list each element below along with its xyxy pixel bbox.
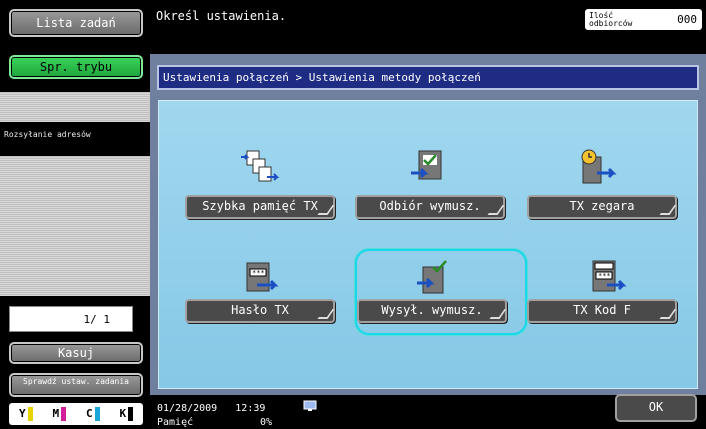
polling-rx-button[interactable]: Odbiór wymusz. — [355, 195, 505, 219]
ok-button[interactable]: OK — [615, 394, 697, 422]
date-time: 01/28/2009 12:39 — [157, 403, 266, 414]
sidebar-section-label: Rozsyłanie adresów — [2, 128, 146, 152]
header: Określ ustawienia. Ilość odbiorców 000 — [150, 0, 706, 54]
breadcrumb: Ustawienia połączeń > Ustawienia metody … — [157, 65, 699, 90]
toner-levels: Y M C K — [9, 403, 143, 425]
toner-magenta: M — [52, 407, 67, 421]
toner-black: K — [119, 407, 134, 421]
svg-text:***: *** — [598, 272, 611, 280]
page-counter: 1/ 1 — [9, 306, 133, 332]
status-bar: 01/28/2009 12:39 Pamięć 0% OK — [150, 394, 706, 429]
svg-text:***: *** — [252, 269, 265, 277]
delete-button[interactable]: Kasuj — [9, 342, 143, 364]
quick-memory-tx-button[interactable]: Szybka pamięć TX — [185, 195, 335, 219]
sidebar: Lista zadań Spr. trybu Rozsyłanie adresó… — [0, 0, 150, 429]
mode-check-button[interactable]: Spr. trybu — [9, 55, 143, 79]
prompt-text: Określ ustawienia. — [156, 9, 287, 23]
polling-tx-icon — [417, 260, 447, 294]
check-job-settings-button[interactable]: Sprawdź ustaw. zadania — [9, 373, 143, 397]
password-tx-button[interactable]: Hasło TX — [185, 299, 335, 323]
memory-value: 0% — [260, 417, 273, 428]
options-panel: Szybka pamięć TX Odbiór wymusz. TX zegar… — [158, 100, 698, 389]
timer-tx-icon — [581, 149, 617, 184]
toner-cyan: C — [86, 407, 100, 421]
toner-yellow: Y — [19, 407, 33, 421]
password-tx-icon: *** — [246, 262, 279, 292]
sidebar-filler — [0, 156, 150, 296]
main-panel: Ustawienia połączeń > Ustawienia metody … — [150, 54, 706, 395]
f-code-tx-icon: *** — [592, 260, 627, 292]
job-list-button[interactable]: Lista zadań — [9, 9, 143, 37]
recipients-count: 000 — [677, 13, 697, 26]
quick-memory-tx-icon — [241, 150, 279, 182]
network-icon — [303, 400, 317, 411]
polling-rx-icon — [411, 150, 442, 180]
sidebar-divider — [0, 92, 150, 122]
polling-tx-button[interactable]: Wysył. wymusz. — [357, 299, 507, 323]
recipients-label: Ilość odbiorców — [589, 10, 633, 28]
timer-tx-button[interactable]: TX zegara — [527, 195, 677, 219]
recipients-indicator: Ilość odbiorców 000 — [585, 9, 702, 30]
memory-label: Pamięć — [157, 417, 194, 428]
f-code-tx-button[interactable]: TX Kod F — [527, 299, 677, 323]
